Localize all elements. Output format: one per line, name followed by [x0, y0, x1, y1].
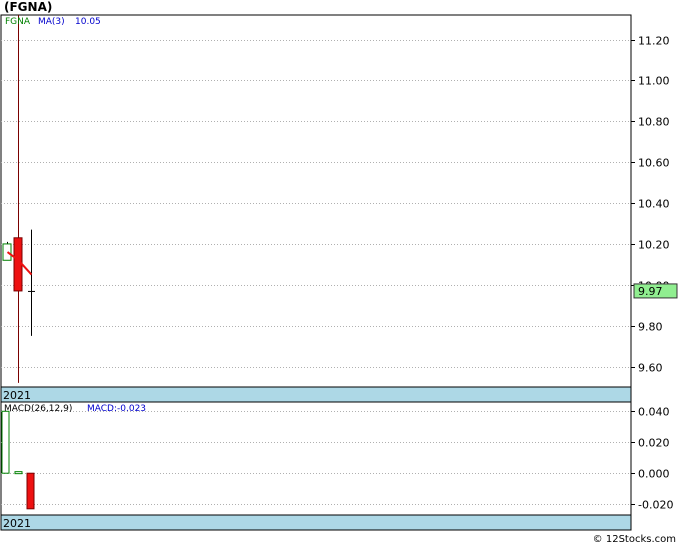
- macd-legend-label: MACD(26,12,9): [4, 404, 72, 414]
- last-price-label: 9.97: [638, 285, 663, 298]
- macd-bar-up: [14, 471, 23, 475]
- price-tick-label: 10.20: [638, 239, 670, 252]
- candle-down: [13, 237, 23, 292]
- price-tick-label: 9.80: [638, 321, 663, 334]
- macd-year-label: 2021: [3, 517, 31, 530]
- macd-tick-label: 0.040: [638, 406, 670, 419]
- price-panel: [0, 14, 632, 388]
- price-tick-label: 10.60: [638, 157, 670, 170]
- macd-bar-up: [1, 410, 10, 474]
- price-year-label: 2021: [3, 389, 31, 402]
- candle-up: [2, 243, 12, 261]
- macd-tick-label: -0.020: [638, 499, 673, 512]
- macd-bar-down: [26, 472, 35, 510]
- price-year-band: [0, 386, 632, 403]
- copyright-credit: © 12Stocks.com: [592, 534, 676, 545]
- macd-legend-value: MACD:-0.023: [87, 404, 146, 414]
- macd-tick-label: 0.020: [638, 437, 670, 450]
- macd-panel: [0, 401, 632, 516]
- price-tick-label: 10.40: [638, 198, 670, 211]
- legend-ma-value: 10.05: [75, 17, 101, 27]
- price-tick-label: 11.00: [638, 75, 670, 88]
- price-tick-label: 11.20: [638, 35, 670, 48]
- price-tick-label: 9.60: [638, 362, 663, 375]
- macd-year-band: [0, 514, 632, 531]
- macd-tick-label: 0.000: [638, 468, 670, 481]
- legend-symbol: FGNA: [5, 17, 31, 27]
- legend-ma-label: MA(3): [38, 17, 65, 27]
- price-tick-label: 10.80: [638, 116, 670, 129]
- stock-chart: 9.609.8010.0010.2010.4010.6010.8011.0011…: [0, 14, 678, 531]
